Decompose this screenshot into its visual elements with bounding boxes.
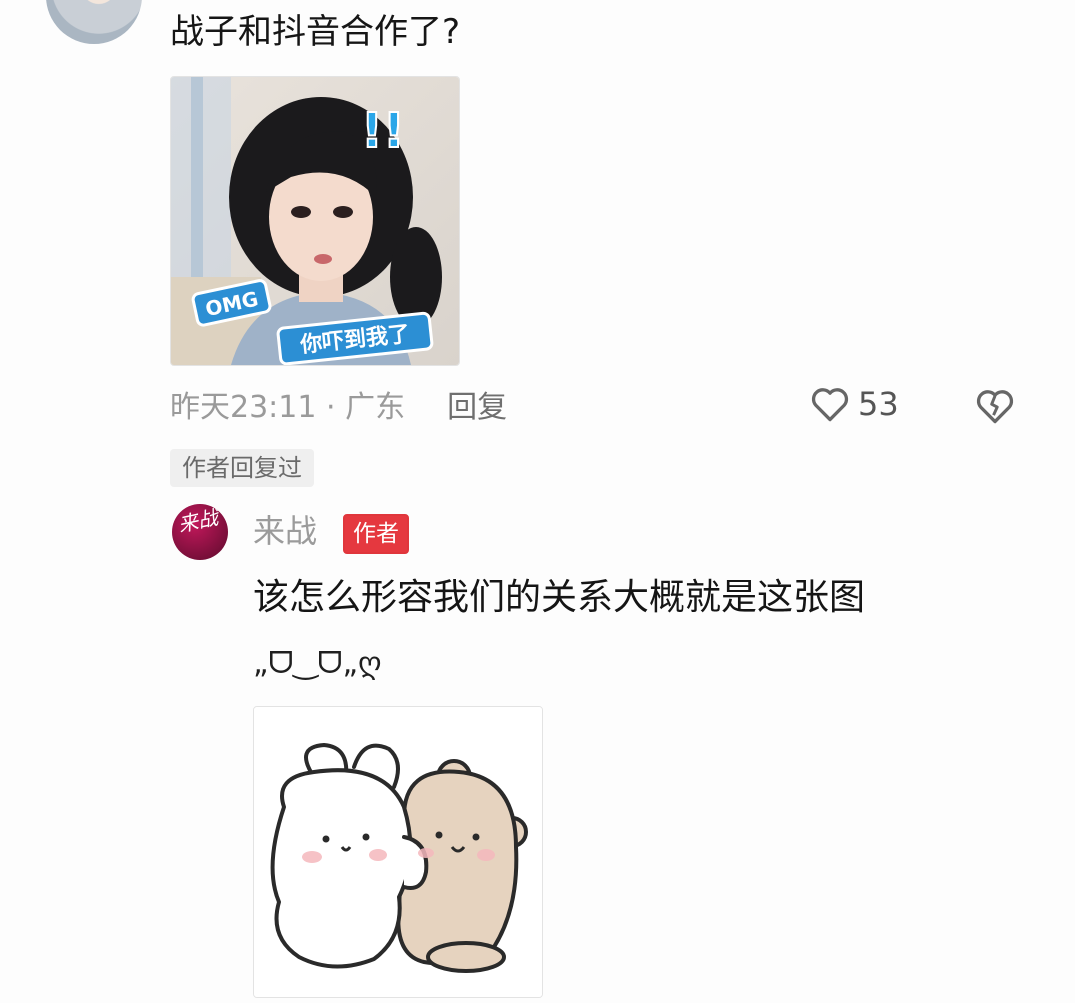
reply-avatar-text: 来战: [175, 505, 221, 537]
reply-text: 该怎么形容我们的关系大概就是这张图: [253, 577, 866, 618]
like-count: 53: [858, 385, 899, 423]
comment-time-location: 昨天23:11 · 广东: [170, 390, 406, 425]
author-replied-tag[interactable]: 作者回复过: [170, 449, 314, 487]
reply-avatar[interactable]: 来战: [172, 504, 228, 560]
author-badge: 作者: [343, 514, 409, 554]
comment-meta: 昨天23:11 · 广东 回复: [170, 388, 507, 428]
reply-sticker-image[interactable]: [253, 706, 543, 998]
reply-kaomoji: „ᗜ‿ᗜ„ღ: [253, 646, 382, 681]
comment-text: 战子和抖音合作了?: [170, 12, 461, 52]
broken-heart-icon: [976, 390, 1014, 424]
comment-sticker-image[interactable]: !! OMG 你吓到我了: [170, 76, 460, 366]
sticker-illustration: !! OMG 你吓到我了: [171, 77, 459, 365]
heart-outline-icon: [811, 388, 849, 422]
commenter-avatar[interactable]: [46, 0, 142, 44]
hugging-bears-illustration: [254, 707, 542, 997]
dislike-button[interactable]: [972, 384, 1018, 432]
reply-button[interactable]: 回复: [447, 390, 507, 425]
reply-username[interactable]: 来战: [253, 510, 317, 552]
exclaim-mark: !!: [361, 103, 405, 159]
like-button[interactable]: 53: [808, 382, 899, 426]
